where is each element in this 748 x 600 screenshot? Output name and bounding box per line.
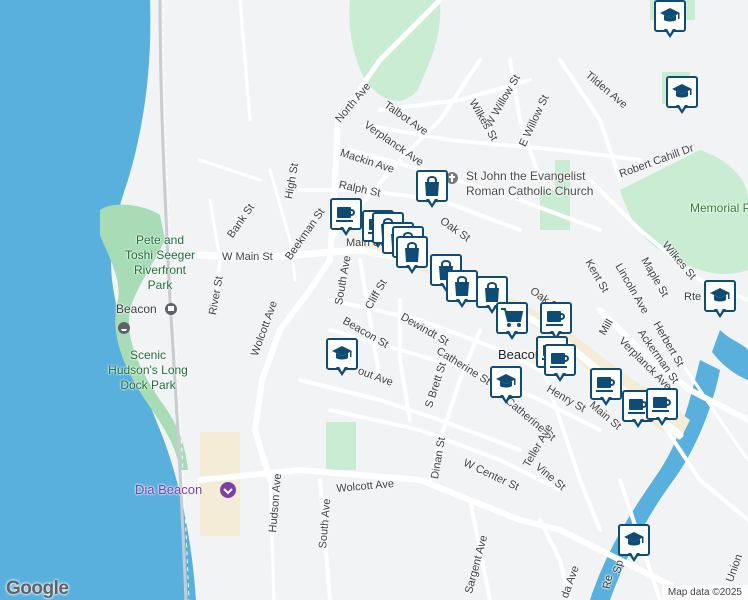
shopping-marker[interactable]	[446, 270, 478, 310]
marker-pointer	[554, 371, 566, 382]
scenic-park-line1: Scenic	[129, 348, 167, 362]
riverfront-park-label[interactable]: Pete and Toshi Seeger Riverfront Park	[110, 233, 210, 293]
marker-pointer	[600, 395, 612, 406]
marker-pointer	[656, 415, 668, 426]
marker-pointer	[714, 307, 726, 318]
marker-pointer	[632, 417, 644, 428]
marker-pointer	[426, 197, 438, 208]
google-logo: Google	[6, 578, 69, 599]
marker-pointer	[664, 27, 676, 38]
marker-pointer	[406, 263, 418, 274]
marker-pointer	[676, 103, 688, 114]
memorial-park-label[interactable]: Memorial Park	[690, 202, 748, 214]
marker-pointer	[340, 225, 352, 236]
school-marker[interactable]	[490, 366, 522, 406]
scenic-park-line3: Dock Park	[120, 378, 176, 392]
cart-marker[interactable]	[496, 302, 528, 342]
street-rte: Rte	[684, 291, 702, 303]
coffee-marker[interactable]	[590, 368, 622, 408]
coffee-marker[interactable]	[544, 344, 576, 384]
riverfront-park-line3: Riverfront	[133, 263, 186, 277]
shopping-marker[interactable]	[396, 236, 428, 276]
riverfront-park-line2: Toshi Seeger	[124, 248, 196, 262]
marker-pointer	[628, 551, 640, 562]
coffee-marker[interactable]	[646, 388, 678, 428]
dia-beacon-label[interactable]: Dia Beacon	[135, 482, 202, 497]
marker-pointer	[500, 393, 512, 404]
church-label-line1[interactable]: St John the Evangelist	[466, 170, 585, 182]
school-marker[interactable]	[704, 280, 736, 320]
beacon-station-label[interactable]: Beacon	[116, 302, 157, 316]
coffee-marker[interactable]	[330, 198, 362, 238]
scenic-park-line2: Hudson's Long	[108, 363, 188, 377]
shopping-marker[interactable]	[416, 170, 448, 210]
school-marker[interactable]	[326, 338, 358, 378]
riverfront-park-line4: Park	[147, 278, 173, 292]
map-data-attribution[interactable]: Map data ©2025	[661, 585, 748, 600]
school-marker[interactable]	[618, 524, 650, 564]
street-w-main-st: W Main St	[222, 251, 273, 263]
marker-pointer	[456, 297, 468, 308]
school-marker[interactable]	[654, 0, 686, 40]
church-label-line2[interactable]: Roman Catholic Church	[466, 185, 593, 197]
map-canvas[interactable]: North Ave Talbot Ave Verplanck Ave Macki…	[0, 0, 748, 600]
marker-pointer	[336, 365, 348, 376]
dia-beacon-site	[200, 432, 240, 536]
school-marker[interactable]	[666, 76, 698, 116]
riverfront-park-line1: Pete and	[135, 233, 185, 247]
scenic-park-label[interactable]: Scenic Hudson's Long Dock Park	[78, 348, 218, 393]
marker-pointer	[506, 329, 518, 340]
